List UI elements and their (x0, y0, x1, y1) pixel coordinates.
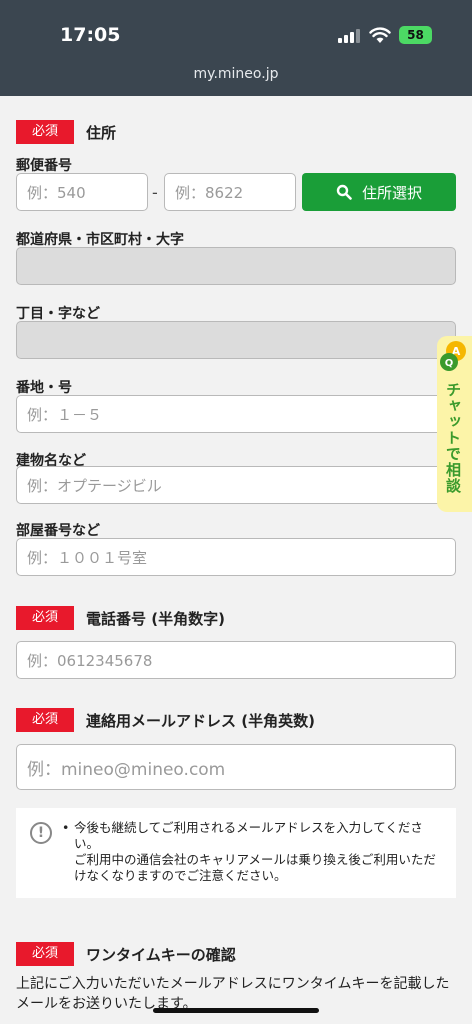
phone-title: 電話番号 (半角数字) (86, 610, 225, 628)
wifi-icon (369, 27, 391, 43)
required-badge: 必須 (16, 606, 74, 630)
prefecture-field (16, 247, 456, 285)
search-icon (336, 184, 352, 200)
status-bar: 17:05 58 my.mineo.jp (0, 0, 472, 96)
email-title: 連絡用メールアドレス (半角英数) (86, 712, 315, 730)
postal-code-second-input[interactable]: 例：8622 (164, 173, 296, 211)
room-input[interactable]: 例：１００１号室 (16, 538, 456, 576)
note-line-1: 今後も継続してご利用されるメールアドレスを入力してください。 (74, 820, 423, 851)
qa-chat-icon: A Q (440, 341, 466, 371)
address-search-button[interactable]: 住所選択 (302, 173, 456, 211)
note-bullet: • (62, 820, 70, 835)
onetime-title: ワンタイムキーの確認 (86, 946, 236, 964)
signal-icon (338, 29, 360, 43)
url-bar[interactable]: my.mineo.jp (0, 66, 472, 82)
email-note: ! • 今後も継続してご利用されるメールアドレスを入力してください。 ご利用中の… (16, 808, 456, 898)
battery-icon: 58 (399, 26, 432, 44)
chat-label: チャットで相談 (444, 382, 462, 494)
svg-text:Q: Q (445, 358, 454, 369)
postal-dash: - (152, 183, 158, 202)
phone-input[interactable]: 例：0612345678 (16, 641, 456, 679)
banchi-label: 番地・号 (16, 380, 72, 396)
chome-label: 丁目・字など (16, 306, 100, 322)
email-input[interactable]: 例：mineo@mineo.com (16, 744, 456, 790)
required-badge: 必須 (16, 942, 74, 966)
building-input[interactable]: 例：オプテージビル (16, 466, 456, 504)
room-label: 部屋番号など (16, 523, 100, 539)
postal-label: 郵便番号 (16, 158, 72, 174)
note-line-2: ご利用中の通信会社のキャリアメールは乗り換え後ご利用いただけなくなりますのでご注… (74, 852, 436, 883)
postal-code-first-input[interactable]: 例：540 (16, 173, 148, 211)
chat-consult-tab[interactable]: A Q チャットで相談 (437, 336, 472, 512)
required-badge: 必須 (16, 120, 74, 144)
address-search-label: 住所選択 (361, 183, 422, 202)
banchi-input[interactable]: 例：１－５ (16, 395, 456, 433)
address-title: 住所 (86, 124, 117, 142)
chome-field (16, 321, 456, 359)
exclamation-icon: ! (30, 822, 52, 844)
clock: 17:05 (60, 24, 121, 46)
prefecture-label: 都道府県・市区町村・大字 (16, 232, 184, 248)
home-indicator[interactable] (153, 1008, 319, 1013)
required-badge: 必須 (16, 708, 74, 732)
